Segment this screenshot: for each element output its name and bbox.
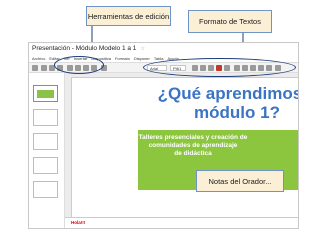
speaker-notes-panel[interactable]: Hola!!!: [65, 217, 298, 228]
slide-thumbnail-1[interactable]: [33, 85, 58, 102]
slide-thumbnail-4[interactable]: [33, 157, 58, 174]
speaker-notes-text: Hola!!!: [71, 220, 86, 225]
banner-text-line-1: Talleres presenciales y creación de: [138, 134, 248, 141]
menu-archivo[interactable]: Archivo: [32, 56, 45, 61]
speaker-notes-callout: Notas del Orador...: [196, 170, 284, 192]
print-icon[interactable]: [41, 65, 47, 71]
speaker-notes-callout-label: Notas del Orador...: [208, 176, 272, 186]
star-icon[interactable]: ☆: [140, 46, 144, 52]
document-title[interactable]: Presentación - Módulo Modelo 1 a 1: [32, 45, 136, 52]
slide-title-line-1: ¿Qué aprendimos e: [157, 84, 299, 103]
editing-tools-callout-label: Herramientas de edición: [87, 11, 170, 21]
slide-thumbnail-1-preview: [37, 90, 54, 98]
slide-canvas: ¿Qué aprendimos e módulo 1? Talleres pre…: [65, 73, 299, 228]
slide-green-banner-text: Talleres presenciales y creación de comu…: [138, 134, 248, 158]
editing-tools-callout: Herramientas de edición: [86, 6, 171, 26]
new-slide-icon[interactable]: [32, 65, 38, 71]
slide-thumbnail-2[interactable]: [33, 109, 58, 126]
editing-tools-highlight: [54, 56, 104, 74]
menu-disponer[interactable]: Disponer: [134, 56, 150, 61]
slide-title[interactable]: ¿Qué aprendimos e módulo 1?: [152, 84, 299, 122]
text-format-highlight: [143, 58, 296, 77]
text-format-callout-label: Formato de Textos: [199, 17, 261, 26]
text-format-callout: Formato de Textos: [188, 10, 272, 33]
slide-filmstrip: [29, 73, 65, 228]
slide-editor[interactable]: ¿Qué aprendimos e módulo 1? Talleres pre…: [71, 77, 299, 228]
slide-thumbnail-3[interactable]: [33, 133, 58, 150]
menu-tabla[interactable]: Tabla: [154, 56, 164, 61]
title-bar: Presentación - Módulo Modelo 1 a 1 ☆: [29, 43, 298, 54]
slide-thumbnail-5[interactable]: [33, 181, 58, 198]
menu-formato[interactable]: Formato: [115, 56, 130, 61]
slide-title-line-2: módulo 1?: [194, 103, 280, 122]
banner-text-line-2: comunidades de aprendizaje: [148, 142, 238, 149]
banner-text-line-3: de didáctica: [174, 150, 212, 157]
